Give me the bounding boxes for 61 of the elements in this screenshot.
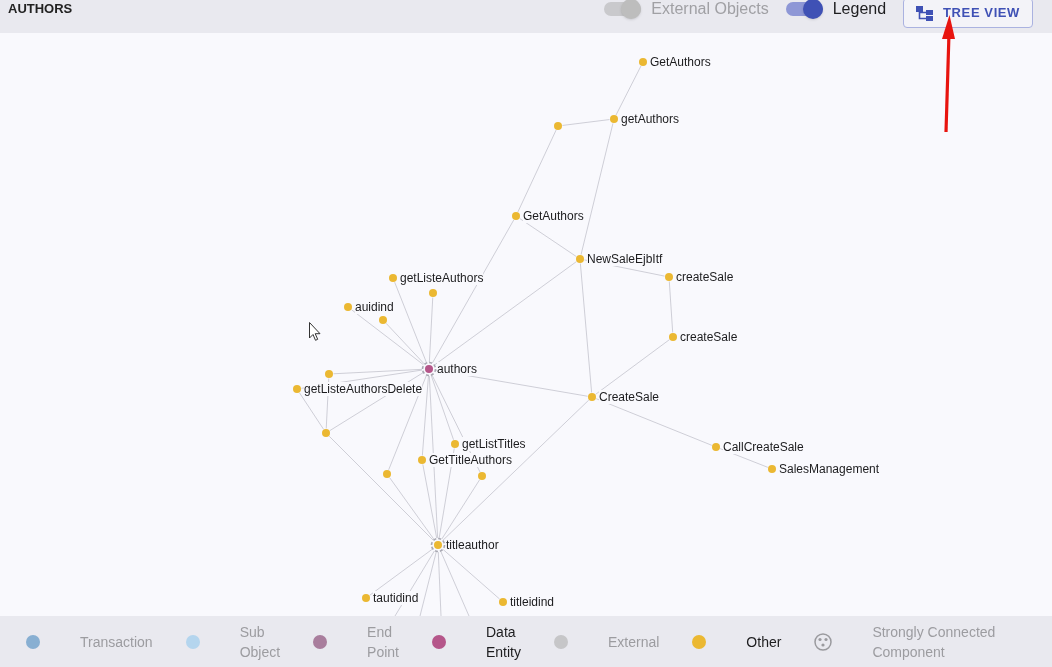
node-label: GetAuthors [523,209,584,223]
node-label: NewSaleEjbItf [587,252,663,266]
node-label: titleauthor [446,538,499,552]
node-label: auidind [355,300,394,314]
edge-line [668,281,674,333]
graph-node-icon [325,370,333,378]
node-label: getAuthors [621,112,680,126]
graph-node-icon [451,440,459,448]
node-label: getListeAuthors [400,271,484,285]
toggle-label: External Objects [651,1,769,17]
page-title: AUTHORS [8,2,73,15]
graph-node-icon [430,537,446,553]
graph-node-icon [322,429,330,437]
graph-node-icon [610,115,618,123]
legend-label: Sub Object [239,622,281,662]
graph-node-icon [478,472,486,480]
graph-node-icon [429,289,437,297]
node-label: tautidind [373,591,419,605]
node-label: createSale [676,270,734,284]
graph-node-icon [712,443,720,451]
graph-node-icon [588,393,596,401]
legend-label: Transaction [80,632,153,652]
graph-node-icon [293,385,301,393]
graph-node-icon [768,465,776,473]
edge-line [519,218,577,257]
graph-node-icon [344,303,352,311]
legend-label: End Point [367,622,399,662]
graph-node-icon [512,212,520,220]
node-label: getListeAuthorsDelete [304,382,423,396]
legend-label: Other [746,632,782,652]
node-label: CreateSale [599,390,660,404]
node-label: CallCreateSale [723,440,804,454]
graph-node-icon [362,594,370,602]
graph-node-icon [499,598,507,606]
node-label: authors [437,362,478,376]
graph-node-icon [665,273,673,281]
graph-node-icon [669,333,677,341]
mouse-cursor-icon [309,322,321,341]
legend-label: External [608,632,660,652]
toggle-switch[interactable] [785,0,823,19]
node-label: titleidind [510,595,555,609]
graph-node-icon [576,255,584,263]
edge-line [615,65,642,116]
graph-node-icon [379,316,387,324]
legend-label: Strongly Connected Component [872,622,997,662]
graph-node-icon [639,58,647,66]
node-label: createSale [680,330,738,344]
graph-node-icon [389,274,397,282]
graph-node-icon [383,470,391,478]
tree-view-button[interactable]: TREE VIEW [903,0,1033,28]
node-label: getListTitles [462,437,526,451]
graph-node-icon [418,456,426,464]
legend-label: Data Entity [486,622,521,662]
node-label: SalesManagement [779,462,880,476]
toggle-label: Legend [832,1,887,17]
node-label: GetTitleAuthors [429,453,512,467]
tree-structure-icon [916,5,934,21]
node-label: GetAuthors [650,55,711,69]
graph-node-icon [421,361,437,377]
graph-node-icon [554,122,562,130]
circle-dots-icon [814,632,833,651]
